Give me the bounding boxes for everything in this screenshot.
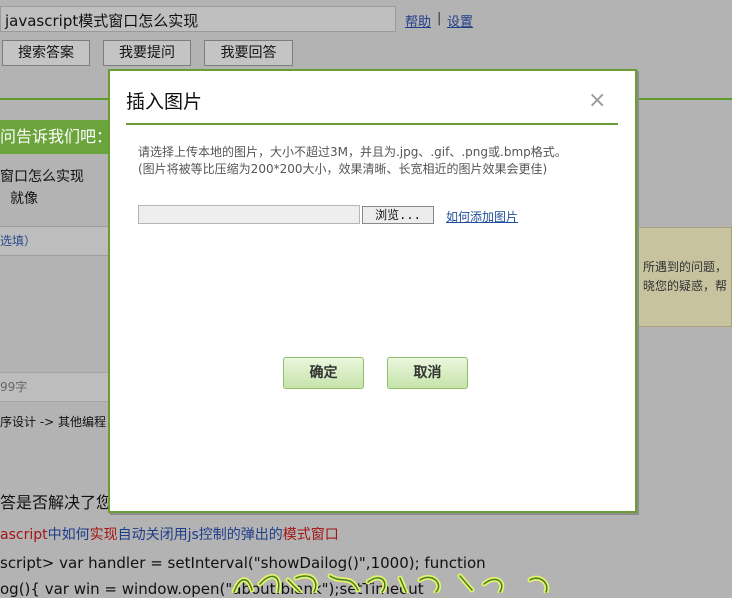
search-answers-button[interactable]: 搜索答案 [2,40,90,66]
question-text-line1: 窗口怎么实现 [0,169,84,185]
search-input[interactable]: javascript模式窗口怎么实现 [0,6,396,32]
resolved-question: 答是否解决了您 [0,493,113,512]
help-link[interactable]: 帮助 [405,11,431,30]
related-title-part5: 模式窗口 [282,527,339,543]
upload-hint-line2: (图片将被等比压缩为200*200大小，效果清晰、长宽相近的图片效果会更佳) [138,162,548,176]
dialog-title: 插入图片 [126,91,203,113]
browse-button[interactable]: 浏览... [362,206,434,224]
settings-link[interactable]: 设置 [447,11,473,30]
answer-question-button[interactable]: 我要回答 [204,40,293,66]
question-banner: 问告诉我们吧： [0,120,112,154]
related-title-part1: ascript [0,527,48,543]
close-icon[interactable]: × [588,89,606,113]
category-path: 序设计 -> 其他编程 [0,415,107,429]
related-title-part4: 自动关闭用js控制的弹出的 [117,527,283,543]
char-count: 99字 [0,372,112,402]
notice-line1: 所遇到的问题， [643,260,728,274]
how-to-add-image-link[interactable]: 如何添加图片 [446,208,518,225]
question-text-line2: 就像 [10,191,38,207]
insert-image-dialog: 插入图片 × 请选择上传本地的图片，大小不超过3M，并且为.jpg、.gif、.… [108,69,637,513]
related-title-part2: 中如何 [47,527,90,543]
ask-question-button[interactable]: 我要提问 [103,40,191,66]
notice-line2: 晓您的疑惑，帮 [643,279,728,293]
related-title-part3: 实现 [89,527,118,543]
related-question-link[interactable]: ascript中如何实现自动关闭用js控制的弹出的模式窗口 [0,524,339,544]
title-divider [126,123,618,125]
file-path-input[interactable] [138,205,360,224]
notice-panel: 所遇到的问题， 晓您的疑惑，帮 [636,227,732,327]
confirm-button[interactable]: 确定 [283,357,364,389]
handwriting-decoration [231,573,550,593]
optional-field-label: 选填） [0,226,112,256]
link-separator: | [437,11,442,26]
upload-hint-line1: 请选择上传本地的图片，大小不超过3M，并且为.jpg、.gif、.png或.bm… [138,145,567,159]
cancel-button[interactable]: 取消 [387,357,468,389]
